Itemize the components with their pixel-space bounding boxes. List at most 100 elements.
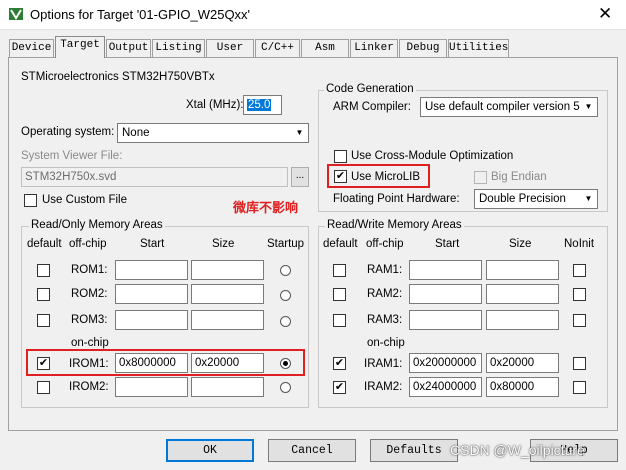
window-title: Options for Target '01-GPIO_W25Qxx' [30,7,251,22]
chevron-down-icon: ▼ [584,194,593,203]
use-custom-file-checkbox[interactable] [24,194,37,207]
ram2-start-input[interactable] [409,284,482,304]
app-icon [9,8,23,20]
rw-header-start: Start [435,238,460,250]
ram2-size-input[interactable] [486,284,559,304]
svf-browse-button[interactable]: ... [291,167,309,187]
os-select[interactable]: None ▼ [117,123,309,143]
tab-bar: Device Target Output Listing User C/C++ … [0,36,626,58]
rom3-label: ROM3: [71,314,108,326]
rom2-size-input[interactable] [191,284,264,304]
code-generation-title: Code Generation [324,83,416,95]
tab-utilities[interactable]: Utilities [448,39,509,57]
iram2-noinit-checkbox[interactable] [573,381,586,394]
ro-header-offchip: off-chip [69,238,107,250]
iram2-start-input[interactable]: 0x24000000 [409,377,482,397]
compiler-select[interactable]: Use default compiler version 5 ▼ [420,97,598,117]
rom1-size-input[interactable] [191,260,264,280]
ram3-start-input[interactable] [409,310,482,330]
compiler-label: ARM Compiler: [333,101,411,113]
iram2-default-checkbox[interactable]: ✔ [333,381,346,394]
close-icon[interactable]: ✕ [598,4,612,24]
ram1-size-input[interactable] [486,260,559,280]
cross-module-label: Use Cross-Module Optimization [351,150,514,162]
irom1-start-input[interactable]: 0x8000000 [115,353,188,373]
svf-label: System Viewer File: [21,150,123,162]
cancel-button[interactable]: Cancel [268,439,356,462]
irom1-size-input[interactable]: 0x20000 [191,353,264,373]
iram1-default-checkbox[interactable]: ✔ [333,357,346,370]
xtal-input[interactable]: 25.0 [243,95,282,115]
annotation-note: 微库不影响 [233,200,299,215]
ok-button[interactable]: OK [166,439,254,462]
ram3-default-checkbox[interactable] [333,314,346,327]
rom2-label: ROM2: [71,288,108,300]
rom3-size-input[interactable] [191,310,264,330]
fph-label: Floating Point Hardware: [333,193,460,205]
tab-c-cpp[interactable]: C/C++ [255,39,300,57]
rom1-startup-radio[interactable] [280,265,291,276]
ro-header-size: Size [212,238,235,250]
rom1-start-input[interactable] [115,260,188,280]
ram1-start-input[interactable] [409,260,482,280]
irom1-label: IROM1: [69,358,109,370]
iram2-label: IRAM2: [364,381,403,393]
big-endian-checkbox[interactable] [474,171,487,184]
rw-header-offchip: off-chip [366,238,404,250]
xtal-label: Xtal (MHz): [186,99,244,111]
use-microlib-checkbox[interactable]: ✔ [334,170,347,183]
rw-header-default: default [323,238,358,250]
fph-select[interactable]: Double Precision ▼ [474,189,598,209]
ro-onchip-label: on-chip [71,337,109,349]
rom3-start-input[interactable] [115,310,188,330]
ram1-label: RAM1: [367,264,403,276]
os-value: None [122,127,150,139]
ram3-noinit-checkbox[interactable] [573,314,586,327]
irom2-default-checkbox[interactable] [37,381,50,394]
iram1-size-input[interactable]: 0x20000 [486,353,559,373]
ro-header-startup: Startup [267,238,305,250]
tab-target[interactable]: Target [55,36,105,58]
rom3-startup-radio[interactable] [280,316,291,327]
tab-user[interactable]: User [206,39,254,57]
rw-header-size: Size [509,238,532,250]
tab-debug[interactable]: Debug [399,39,447,57]
irom2-size-input[interactable] [191,377,264,397]
use-microlib-label: Use MicroLIB [351,171,421,183]
iram1-start-input[interactable]: 0x20000000 [409,353,482,373]
irom1-startup-radio[interactable] [280,358,291,369]
irom2-start-input[interactable] [115,377,188,397]
tab-device[interactable]: Device [9,39,54,57]
rom1-default-checkbox[interactable] [37,264,50,277]
tab-asm[interactable]: Asm [301,39,349,57]
rw-header-noinit: NoInit [564,238,595,250]
irom1-default-checkbox[interactable]: ✔ [37,357,50,370]
irom2-startup-radio[interactable] [280,382,291,393]
tab-output[interactable]: Output [106,39,151,57]
rw-memory-title: Read/Write Memory Areas [325,219,464,231]
ram2-label: RAM2: [367,288,403,300]
iram2-size-input[interactable]: 0x80000 [486,377,559,397]
irom2-label: IROM2: [69,381,109,393]
ro-header-start: Start [140,238,165,250]
ram2-noinit-checkbox[interactable] [573,288,586,301]
rom2-start-input[interactable] [115,284,188,304]
ram1-default-checkbox[interactable] [333,264,346,277]
defaults-button[interactable]: Defaults [370,439,458,462]
fph-value: Double Precision [479,193,566,205]
chevron-down-icon: ▼ [295,128,304,137]
tab-linker[interactable]: Linker [350,39,398,57]
svf-input[interactable]: STM32H750x.svd [21,167,288,187]
ram1-noinit-checkbox[interactable] [573,264,586,277]
rom3-default-checkbox[interactable] [37,314,50,327]
rom2-default-checkbox[interactable] [37,288,50,301]
ram3-label: RAM3: [367,314,403,326]
chevron-down-icon: ▼ [584,102,593,111]
ram3-size-input[interactable] [486,310,559,330]
iram1-noinit-checkbox[interactable] [573,357,586,370]
rom1-label: ROM1: [71,264,108,276]
rom2-startup-radio[interactable] [280,290,291,301]
cross-module-checkbox[interactable] [334,150,347,163]
tab-listing[interactable]: Listing [152,39,205,57]
ram2-default-checkbox[interactable] [333,288,346,301]
